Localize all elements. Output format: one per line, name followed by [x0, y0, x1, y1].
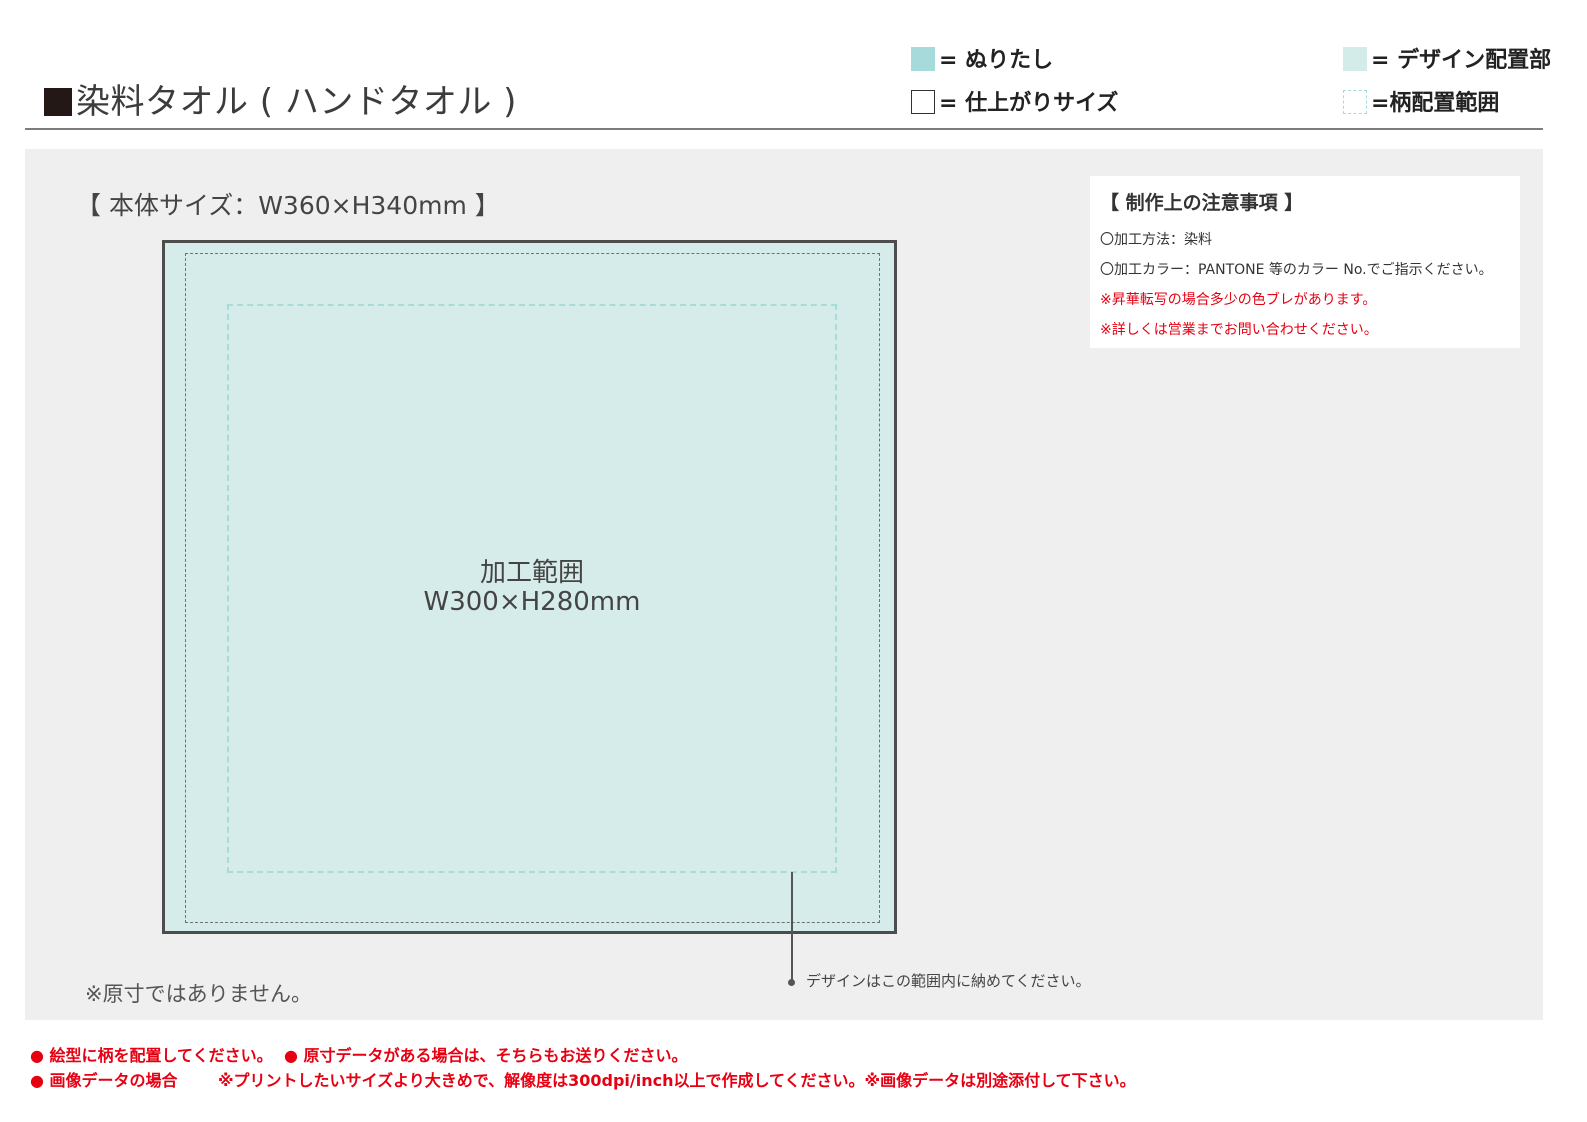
- legend-trim: = 仕上がりサイズ: [911, 85, 1118, 117]
- notes-line: 〇加工方法：染料: [1100, 232, 1212, 248]
- page-title: 染料タオル ( ハンドタオル ): [44, 74, 517, 123]
- notes-title: 【 制作上の注意事項 】: [1100, 192, 1304, 214]
- footer-instruction: ● 画像データの場合: [30, 1071, 178, 1090]
- legend-pattern: =柄配置範囲: [1343, 85, 1499, 117]
- design-area-title: 加工範囲: [479, 558, 584, 588]
- leader-dot-icon: [788, 979, 795, 986]
- legend-design: = デザイン配置部: [1343, 42, 1551, 74]
- notes-warning: ※詳しくは営業までお問い合わせください。: [1100, 322, 1378, 338]
- leader-line: [791, 872, 793, 984]
- notes-warning: ※昇華転写の場合多少の色ブレがあります。: [1100, 292, 1377, 308]
- production-notes: 【 制作上の注意事項 】 〇加工方法：染料 〇加工カラー：PANTONE 等のカ…: [1090, 176, 1520, 348]
- notes-line: 〇加工カラー：PANTONE 等のカラー No.でご指示ください。: [1100, 262, 1493, 278]
- design-note: デザインはこの範囲内に納めてください。: [806, 972, 1091, 990]
- legend-pattern-label: =柄配置範囲: [1371, 91, 1500, 116]
- pattern-swatch-icon: [1343, 90, 1367, 114]
- trim-swatch-icon: [911, 90, 935, 114]
- design-area-size: W300×H280mm: [423, 587, 641, 617]
- legend-bleed: = ぬりたし: [911, 42, 1053, 74]
- design-area: 加工範囲 W300×H280mm: [227, 304, 837, 873]
- not-actual-size-note: ※原寸ではありません。: [85, 982, 312, 1006]
- header-divider: [25, 128, 1543, 130]
- design-swatch-icon: [1343, 47, 1367, 71]
- legend-bleed-label: = ぬりたし: [939, 48, 1054, 73]
- legend-design-label: = デザイン配置部: [1371, 48, 1552, 73]
- square-bullet-icon: [44, 88, 72, 116]
- body-size-label: 【 本体サイズ：W360×H340mm 】: [76, 191, 500, 220]
- bleed-swatch-icon: [911, 47, 935, 71]
- footer-instruction: ● 絵型に柄を配置してください。: [30, 1046, 273, 1065]
- legend-trim-label: = 仕上がりサイズ: [939, 91, 1119, 116]
- footer-instruction: ● 原寸データがある場合は、そちらもお送りください。: [284, 1046, 688, 1065]
- footer-instruction: ※プリントしたいサイズより大きめで、解像度は300dpi/inch以上で作成して…: [218, 1071, 1136, 1090]
- page-title-text: 染料タオル ( ハンドタオル ): [76, 82, 517, 122]
- towel-outline: 加工範囲 W300×H280mm: [162, 240, 897, 934]
